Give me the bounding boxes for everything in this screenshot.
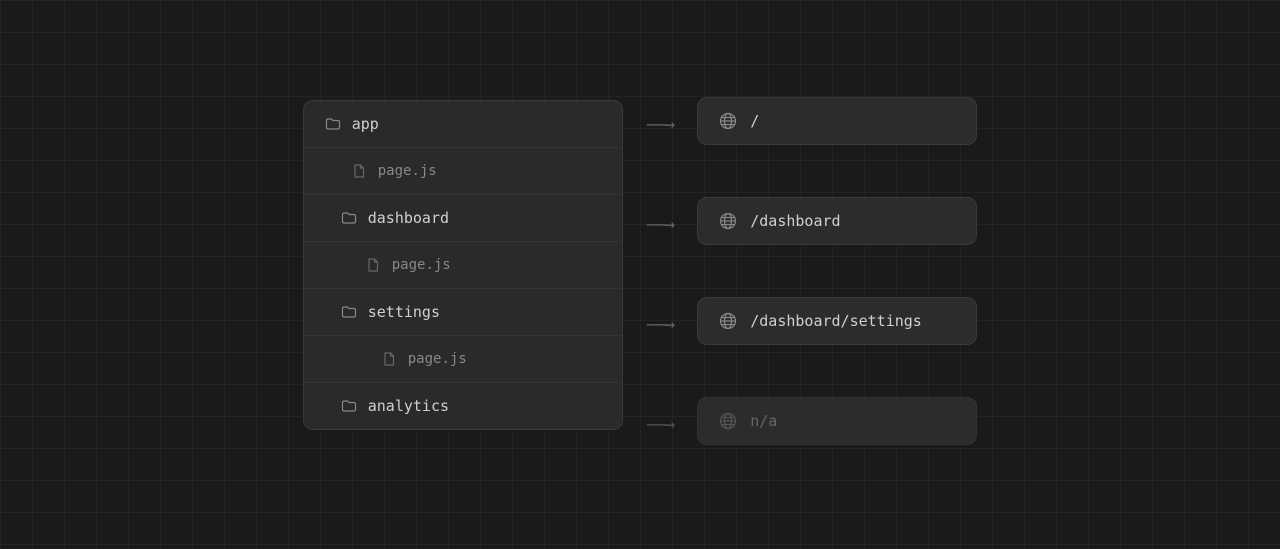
tree-item-dashboard: dashboard (304, 195, 622, 242)
file-icon-2 (364, 256, 382, 274)
arrow-settings: ——→ (623, 314, 698, 335)
route-pill-root: / (697, 97, 977, 145)
diagram: app page.js dashboard (303, 100, 978, 450)
arrow-dashboard: ——→ (623, 214, 698, 235)
globe-icon-analytics (718, 411, 738, 431)
folder-icon-settings (340, 303, 358, 321)
tree-label-analytics: analytics (368, 397, 449, 415)
spacer-3 (623, 350, 978, 400)
route-path-analytics: n/a (750, 412, 777, 430)
tree-item-settings-page: page.js (304, 336, 622, 383)
tree-label-settings-page: page.js (408, 351, 467, 367)
globe-icon-dashboard (718, 211, 738, 231)
route-path-root: / (750, 112, 759, 130)
tree-item-app: app (304, 101, 622, 148)
tree-label-settings: settings (368, 303, 440, 321)
route-row-dashboard: ——→ /dashboard (623, 200, 978, 250)
file-icon-1 (350, 162, 368, 180)
folder-icon-dashboard (340, 209, 358, 227)
spacer-1 (623, 150, 978, 200)
route-pill-settings: /dashboard/settings (697, 297, 977, 345)
tree-label-dashboard-page: page.js (392, 257, 451, 273)
file-icon-3 (380, 350, 398, 368)
spacer-2 (623, 250, 978, 300)
tree-item-app-page: page.js (304, 148, 622, 195)
file-tree: app page.js dashboard (303, 100, 623, 430)
route-row-analytics: ——→ n/a (623, 400, 978, 450)
tree-label-dashboard: dashboard (368, 209, 449, 227)
route-row-app: ——→ / (623, 100, 978, 150)
route-pill-dashboard: /dashboard (697, 197, 977, 245)
tree-item-dashboard-page: page.js (304, 242, 622, 289)
route-row-settings: ——→ /dashboard/settings (623, 300, 978, 350)
route-path-settings: /dashboard/settings (750, 312, 922, 330)
arrows-and-routes: ——→ / ——→ (623, 100, 978, 450)
arrow-app: ——→ (623, 114, 698, 135)
tree-label-app-page: page.js (378, 163, 437, 179)
arrow-analytics: ——→ (623, 414, 698, 435)
globe-icon-root (718, 111, 738, 131)
folder-icon-analytics (340, 397, 358, 415)
tree-label-app: app (352, 115, 379, 133)
folder-icon (324, 115, 342, 133)
route-path-dashboard: /dashboard (750, 212, 840, 230)
tree-item-settings: settings (304, 289, 622, 336)
tree-item-analytics: analytics (304, 383, 622, 429)
route-pill-analytics: n/a (697, 397, 977, 445)
globe-icon-settings (718, 311, 738, 331)
